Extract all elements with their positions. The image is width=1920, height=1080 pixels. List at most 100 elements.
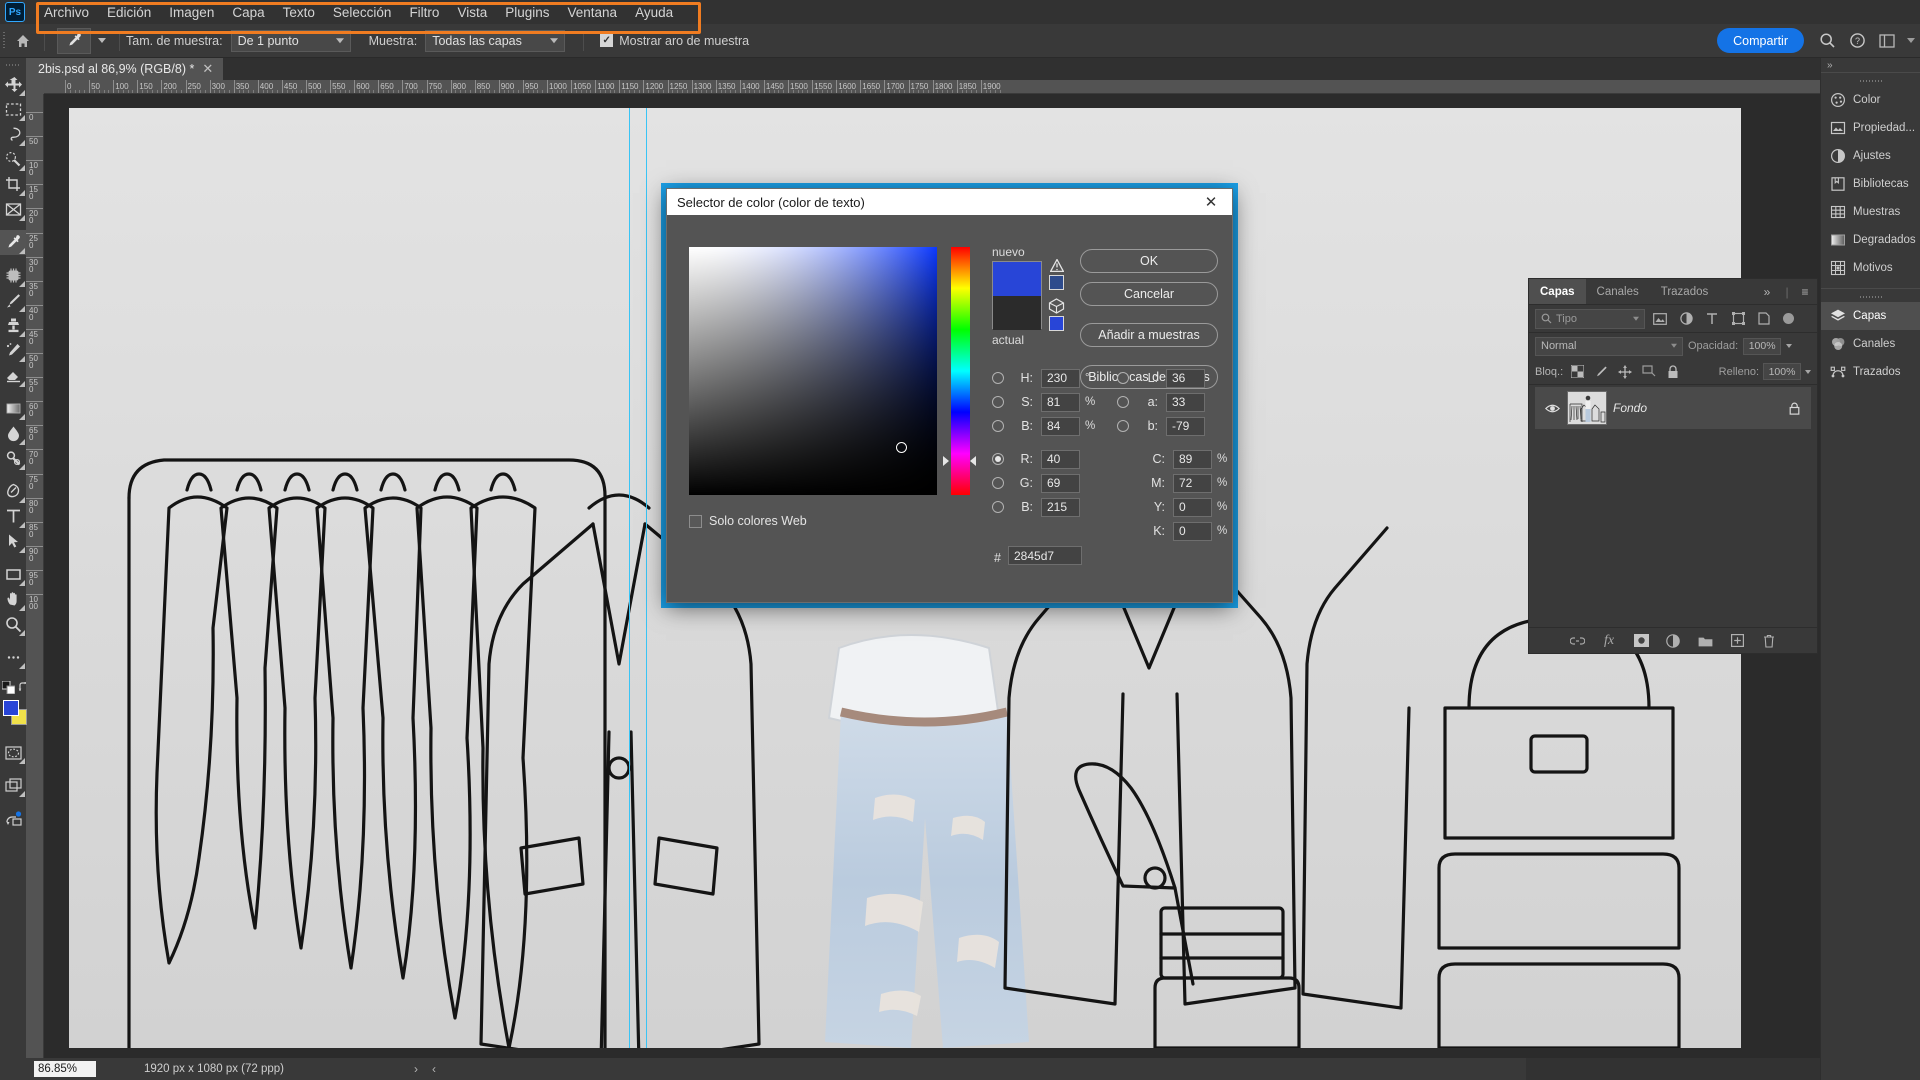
layer-lock-icon[interactable] [1785,402,1803,415]
share-button[interactable]: Compartir [1717,28,1804,53]
search-icon[interactable] [1812,26,1842,56]
menu-ayuda[interactable]: Ayuda [626,2,682,23]
close-icon[interactable]: ✕ [1200,193,1222,211]
image-filter-icon[interactable] [1649,309,1671,329]
rectangle-tool[interactable] [0,562,26,587]
filter-toggle-switch[interactable] [1783,313,1794,324]
input-M[interactable]: 72 [1173,473,1212,493]
web-safe-swatch[interactable] [1049,316,1064,331]
menu-imagen[interactable]: Imagen [160,2,223,23]
ok-button[interactable]: OK [1080,249,1218,273]
workspace-switcher-icon[interactable] [1872,26,1902,56]
hex-input[interactable]: 2845d7 [1008,546,1082,565]
close-icon[interactable]: ✕ [202,61,213,77]
panel-expand-icon[interactable]: » [1757,279,1777,304]
menu-archivo[interactable]: Archivo [35,2,98,23]
input-B[interactable]: 84 [1041,416,1080,436]
dock-item-degradados[interactable]: Degradados [1821,226,1920,254]
radio-B2[interactable] [992,501,1004,513]
hand-tool[interactable] [0,587,26,612]
menu-ventana[interactable]: Ventana [559,2,627,23]
home-button[interactable] [8,24,38,58]
input-H[interactable]: 230 [1041,368,1080,388]
spot-healing-brush-tool[interactable] [0,263,26,288]
new-color-swatch[interactable] [993,262,1041,296]
hue-slider[interactable] [951,247,970,495]
dock-item-color[interactable]: Color [1821,86,1920,114]
dock-item-bibliotecas[interactable]: Bibliotecas [1821,170,1920,198]
link-layers-icon[interactable] [1569,633,1585,649]
toolbar-grip[interactable] [0,58,26,72]
input-S[interactable]: 81 [1041,392,1080,412]
new-group-icon[interactable] [1697,633,1713,649]
out-of-gamut-swatch[interactable] [1049,275,1064,290]
dock-item-canales[interactable]: Canales [1821,330,1920,358]
gradient-tool[interactable] [0,396,26,421]
smart-object-filter-icon[interactable] [1753,309,1775,329]
default-swap-colors[interactable] [0,678,27,696]
menu-filtro[interactable]: Filtro [400,2,448,23]
text-filter-icon[interactable] [1701,309,1723,329]
input-G[interactable]: 69 [1041,473,1080,493]
current-color-swatch[interactable] [993,296,1041,330]
table-row[interactable]: Fondo [1535,387,1811,429]
opacity-value[interactable]: 100% [1743,337,1782,355]
shape-filter-icon[interactable] [1727,309,1749,329]
history-brush-tool[interactable] [0,338,26,363]
brush-tool[interactable] [0,288,26,313]
dodge-tool[interactable] [0,446,26,471]
menu-seleccin[interactable]: Selección [324,2,401,23]
saturation-brightness-field[interactable] [689,247,937,495]
dock-collapse-button[interactable]: » [1821,58,1920,72]
menu-capa[interactable]: Capa [223,2,273,23]
menu-texto[interactable]: Texto [274,2,324,23]
pen-tool[interactable] [0,479,26,504]
lock-artboard-icon[interactable] [1639,363,1659,381]
menu-plugins[interactable]: Plugins [496,2,558,23]
document-tab[interactable]: 2bis.psd al 86,9% (RGB/8) * ✕ [26,58,224,80]
screen-mode-icon[interactable] [0,773,26,798]
eraser-tool[interactable] [0,363,26,388]
adjustment-filter-icon[interactable] [1675,309,1697,329]
help-icon[interactable]: ? [1842,26,1872,56]
out-of-gamut-warning-icon[interactable] [1050,259,1064,272]
input-L[interactable]: 36 [1166,368,1205,388]
quick-mask-icon[interactable] [0,740,26,765]
menu-edicin[interactable]: Edición [98,2,160,23]
status-prev-icon[interactable]: ‹ [432,1062,436,1076]
status-next-icon[interactable]: › [414,1062,418,1076]
foreground-color-swatch[interactable] [3,700,19,716]
move-tool[interactable] [0,72,26,97]
blend-mode-select[interactable]: Normal [1535,336,1683,356]
input-a[interactable]: 33 [1166,392,1205,412]
tab-canales[interactable]: Canales [1586,279,1650,304]
lock-transparency-icon[interactable] [1567,363,1587,381]
show-sampling-ring-checkbox[interactable]: ✓ Mostrar aro de muestra [600,34,749,48]
adjustment-layer-icon[interactable] [1665,633,1681,649]
tab-trazados[interactable]: Trazados [1650,279,1720,304]
radio-R[interactable] [992,453,1004,465]
zoom-tool[interactable] [0,612,26,637]
input-K[interactable]: 0 [1173,521,1212,541]
fill-chevron-icon[interactable] [1805,369,1811,374]
dock-item-trazados[interactable]: Trazados [1821,358,1920,386]
frame-tool[interactable] [0,197,26,222]
panel-menu-icon[interactable]: ≡ [1797,279,1817,304]
color-field-cursor[interactable] [896,442,907,453]
non-web-safe-warning-icon[interactable] [1048,298,1065,314]
edit-toolbar-tool[interactable] [0,645,26,670]
radio-S[interactable] [992,396,1004,408]
lock-all-icon[interactable] [1663,363,1683,381]
workspace-chevron-icon[interactable] [1902,26,1920,56]
radio-L[interactable] [1117,372,1129,384]
opacity-chevron-icon[interactable] [1786,344,1793,348]
quick-selection-tool[interactable] [0,147,26,172]
lasso-tool[interactable] [0,122,26,147]
radio-B[interactable] [992,420,1004,432]
blur-tool[interactable] [0,421,26,446]
hue-slider-left-handle[interactable] [943,456,949,466]
current-tool-eyedropper-icon[interactable] [57,27,91,54]
layer-style-fx-icon[interactable]: fx [1601,633,1617,649]
cancel-button[interactable]: Cancelar [1080,282,1218,306]
delete-layer-icon[interactable] [1761,633,1777,649]
